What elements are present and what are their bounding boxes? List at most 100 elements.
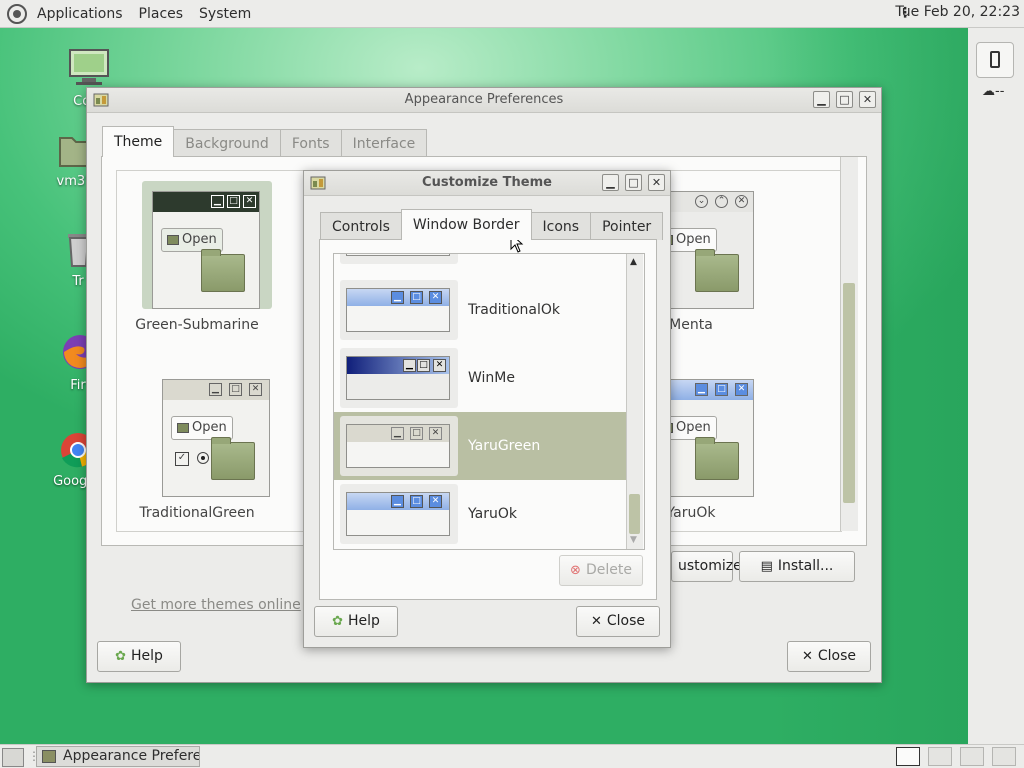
- preview-titlebar: ▁ □ ✕: [347, 289, 449, 306]
- clock[interactable]: Tue Feb 20, 22:23: [895, 4, 1020, 20]
- theme-item-traditionalgreen[interactable]: ▁ □ ✕ Open ✓ TraditionalGreen: [122, 371, 272, 531]
- preview-close-icon: ✕: [429, 427, 442, 440]
- preview-minimize-icon: ▁: [209, 383, 222, 396]
- appearance-app-icon: [310, 176, 326, 190]
- preview-close-icon: ✕: [429, 291, 442, 304]
- close-icon: ✕: [590, 614, 602, 629]
- list-thumbnail: [340, 254, 458, 264]
- list-item-name: YaruGreen: [468, 438, 541, 454]
- preview-maximize-icon: ⌃: [715, 195, 728, 208]
- preview-maximize-icon: □: [227, 195, 240, 208]
- delete-icon: ⊗: [570, 563, 581, 578]
- tab-icons[interactable]: Icons: [530, 212, 592, 240]
- menu-places[interactable]: Places: [131, 6, 192, 22]
- border-preview: ▁ □ ✕: [346, 424, 450, 468]
- customize-button[interactable]: ustomize...: [671, 551, 755, 582]
- workspace-2[interactable]: [928, 747, 952, 766]
- folder-icon: [211, 437, 255, 480]
- minimize-button[interactable]: ▁: [813, 91, 830, 108]
- close-window-button[interactable]: ✕: [648, 174, 665, 191]
- close-button[interactable]: ✕ Close: [576, 606, 660, 637]
- preview-maximize-icon: □: [410, 495, 423, 508]
- appearance-tabs: Theme Background Fonts Interface: [102, 126, 428, 157]
- menu-applications[interactable]: Applications: [29, 6, 131, 22]
- window-titlebar[interactable]: Appearance Preferences ▁ □ ✕: [87, 88, 881, 113]
- tab-controls[interactable]: Controls: [320, 212, 402, 240]
- maximize-button[interactable]: □: [625, 174, 642, 191]
- show-desktop-button[interactable]: [976, 42, 1014, 78]
- help-button[interactable]: ✿ Help: [314, 606, 398, 637]
- appearance-app-icon: [93, 93, 109, 107]
- bottom-panel: ⋮ Appearance Prefere...: [0, 744, 1024, 768]
- network-status-text: --: [995, 84, 1005, 99]
- preview-titlebar: ▁ □ ✕: [347, 493, 449, 510]
- workspace-3[interactable]: [960, 747, 984, 766]
- minimize-button[interactable]: ▁: [602, 174, 619, 191]
- preview-titlebar: ▁ □ ✕: [153, 192, 259, 212]
- scrollbar-thumb[interactable]: [629, 494, 640, 534]
- tab-fonts[interactable]: Fonts: [279, 129, 342, 157]
- preview-maximize-icon: □: [229, 383, 242, 396]
- list-item-winme[interactable]: ▁ □ ✕ WinMe: [334, 344, 626, 412]
- list-item-traditionalok[interactable]: ▁ □ ✕ TraditionalOk: [334, 276, 626, 344]
- border-preview: [346, 254, 450, 256]
- mate-logo-icon[interactable]: [7, 3, 27, 24]
- window-border-panel: ▁ □ ✕ TraditionalOk ▁ □ ✕ WinMe ▁ □ ✕ Ya…: [319, 239, 657, 600]
- more-themes-link[interactable]: Get more themes online: [131, 597, 301, 613]
- border-preview: ▁ □ ✕: [346, 288, 450, 332]
- theme-grid-scrollbar[interactable]: [840, 157, 858, 531]
- list-item-yarugreen[interactable]: ▁ □ ✕ YaruGreen: [334, 412, 626, 480]
- preview-maximize-icon: □: [715, 383, 728, 396]
- close-window-button[interactable]: ✕: [859, 91, 876, 108]
- preview-close-icon: ✕: [735, 195, 748, 208]
- menu-system[interactable]: System: [191, 6, 259, 22]
- install-button[interactable]: ▤ Install...: [739, 551, 855, 582]
- list-item[interactable]: [334, 254, 626, 268]
- tab-background[interactable]: Background: [173, 129, 281, 157]
- help-icon: ✿: [115, 649, 126, 664]
- list-scrollbar[interactable]: ▲ ▼: [626, 254, 643, 549]
- workspace-1[interactable]: [896, 747, 920, 766]
- help-button[interactable]: ✿ Help: [97, 641, 181, 672]
- list-thumbnail: ▁ □ ✕: [340, 484, 458, 544]
- install-icon: ▤: [760, 559, 773, 574]
- tab-pointer[interactable]: Pointer: [590, 212, 664, 240]
- tab-interface[interactable]: Interface: [340, 129, 428, 157]
- list-thumbnail: ▁ □ ✕: [340, 280, 458, 340]
- scroll-up-icon[interactable]: ▲: [630, 257, 637, 267]
- theme-item-green-submarine[interactable]: ▁ □ ✕ Open Green-Submarine: [122, 181, 272, 341]
- computer-icon: [69, 49, 109, 85]
- tab-theme[interactable]: Theme: [102, 126, 175, 157]
- maximize-button[interactable]: □: [836, 91, 853, 108]
- theme-name: Green-Submarine: [135, 317, 259, 333]
- list-item-yaruok[interactable]: ▁ □ ✕ YaruOk: [334, 480, 626, 548]
- list-item-name: TraditionalOk: [468, 302, 561, 318]
- scroll-down-icon[interactable]: ▼: [630, 535, 637, 545]
- dialog-title: Customize Theme: [422, 175, 552, 190]
- customize-tabs: Controls Window Border Icons Pointer: [320, 209, 664, 240]
- preview-close-icon: ✕: [429, 495, 442, 508]
- customize-theme-dialog: Customize Theme ▁ □ ✕ Controls Window Bo…: [303, 170, 671, 648]
- preview-minimize-icon: ▁: [403, 359, 416, 372]
- top-panel: Applications Places System ⋮ Tue Feb 20,…: [0, 0, 1024, 28]
- theme-preview: ▁ □ ✕ Open ✓: [162, 379, 270, 497]
- preview-minimize-icon: ▁: [211, 195, 224, 208]
- folder-icon: [695, 249, 739, 292]
- theme-preview: ▁ □ ✕ Open: [152, 191, 260, 309]
- scrollbar-thumb[interactable]: [843, 283, 855, 503]
- preview-minimize-icon: ▁: [391, 495, 404, 508]
- network-status[interactable]: ☁--: [982, 84, 1004, 99]
- taskbar-window-label: Appearance Prefere...: [63, 748, 200, 764]
- dialog-titlebar[interactable]: Customize Theme ▁ □ ✕: [304, 171, 670, 196]
- close-button[interactable]: ✕ Close: [787, 641, 871, 672]
- show-desktop-icon[interactable]: [2, 748, 24, 767]
- side-panel: ☁--: [968, 28, 1024, 744]
- taskbar-appearance-window[interactable]: Appearance Prefere...: [36, 746, 200, 767]
- list-item-name: WinMe: [468, 370, 515, 386]
- folder-icon: [695, 437, 739, 480]
- preview-minimize-icon: ▁: [695, 383, 708, 396]
- delete-button[interactable]: ⊗ Delete: [559, 555, 643, 586]
- tab-window-border[interactable]: Window Border: [400, 209, 532, 240]
- workspace-4[interactable]: [992, 747, 1016, 766]
- preview-titlebar: ▁ □ ✕: [347, 357, 449, 374]
